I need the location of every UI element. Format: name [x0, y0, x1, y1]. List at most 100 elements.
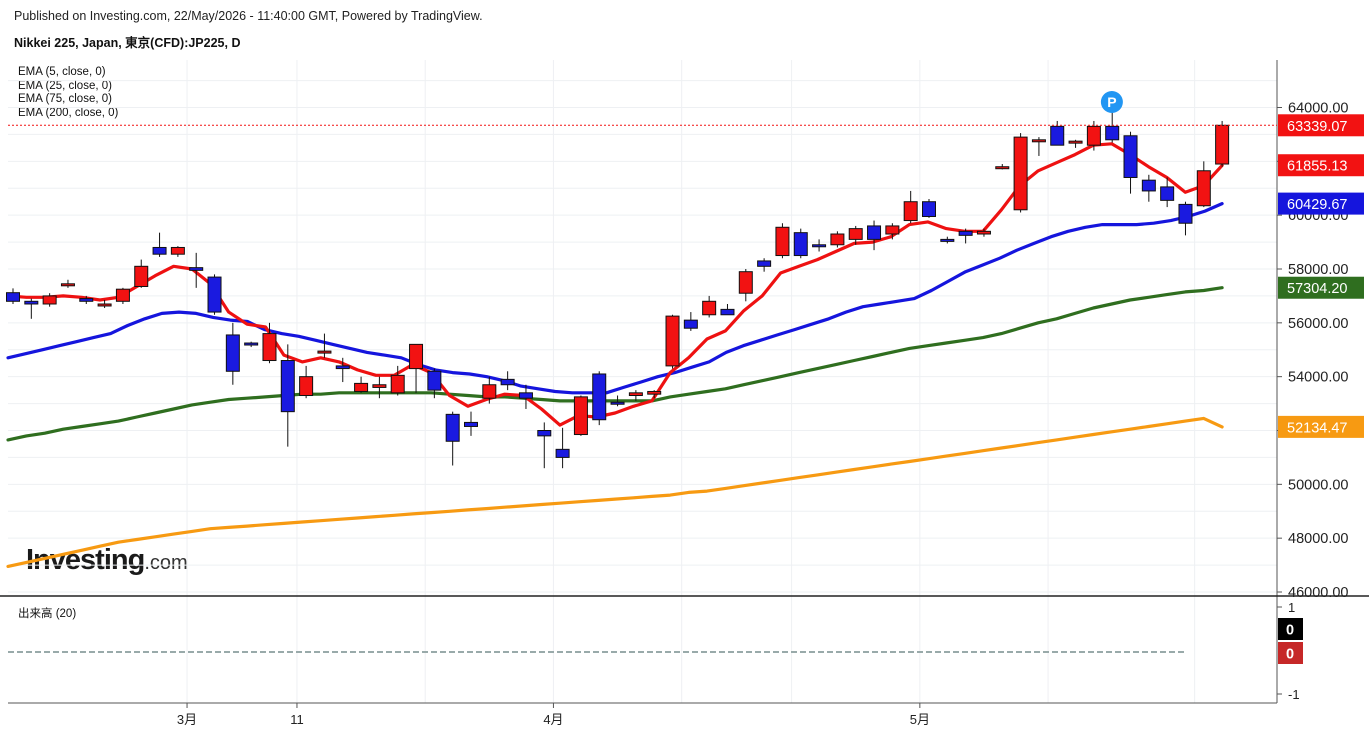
candle [500, 371, 515, 391]
candle-body [60, 283, 75, 287]
candle-body [445, 413, 460, 442]
candle-body [720, 308, 735, 316]
candle [573, 395, 588, 436]
candles [6, 111, 1230, 469]
candle-body [1178, 203, 1193, 224]
y-tick-label: 48000.00 [1288, 531, 1348, 547]
candle-body [189, 267, 204, 271]
y-tick-label: 54000.00 [1288, 370, 1348, 386]
candle [1031, 137, 1046, 156]
candle-body [97, 303, 112, 307]
x-tick-label: 3月 [177, 712, 197, 727]
candle-body [482, 384, 497, 399]
y-tick-label: 56000.00 [1288, 316, 1348, 332]
candle-body [995, 166, 1010, 170]
candle-body [867, 225, 882, 240]
candle-body [115, 288, 130, 302]
marker-p-label: P [1107, 94, 1116, 110]
candle [720, 303, 735, 316]
candle-body [225, 334, 240, 372]
candle-body [427, 370, 442, 391]
candle-body [628, 392, 643, 397]
candle [134, 259, 149, 288]
ema-75-line [6, 286, 1224, 442]
candle-body [775, 226, 790, 257]
x-tick-label: 11 [290, 712, 304, 727]
candle [1196, 161, 1211, 208]
price-badge-label: 60429.67 [1287, 197, 1347, 213]
candle [1013, 133, 1028, 213]
candle-body [940, 238, 955, 242]
candle-body [152, 246, 167, 255]
candle [775, 223, 790, 259]
price-badge-label: 61855.13 [1287, 159, 1347, 175]
volume-value-label: 0 [1286, 647, 1294, 663]
candle-body [79, 298, 94, 302]
candle [555, 427, 570, 469]
candle [867, 220, 882, 251]
candle-body [262, 333, 277, 362]
candle [6, 288, 20, 304]
candle-body [573, 396, 588, 436]
candle [702, 295, 717, 318]
candle-body [500, 378, 515, 386]
candle [24, 298, 39, 319]
candle-body [1196, 170, 1211, 207]
candle [372, 376, 387, 399]
x-tick-label: 4月 [543, 712, 563, 727]
candle [354, 376, 369, 393]
candle [409, 343, 424, 393]
volume-value-label: 0 [1286, 623, 1294, 639]
candle [1050, 120, 1065, 146]
candle-body [299, 376, 314, 397]
candle [665, 314, 680, 369]
candle-body [537, 430, 552, 437]
candle [464, 411, 478, 436]
candle-body [6, 292, 20, 302]
y-tick-label: 50000.00 [1288, 477, 1348, 493]
candle [922, 199, 936, 218]
candle-body [922, 201, 936, 218]
ema-5-line [6, 142, 1224, 427]
candle [830, 231, 845, 248]
candle-body [244, 342, 259, 346]
candle-body [1050, 125, 1065, 146]
candle-body [372, 384, 387, 388]
candle-body [812, 244, 827, 248]
candle-body [1215, 124, 1230, 165]
candle-body [738, 271, 753, 294]
candle-body [848, 228, 863, 240]
candle [1105, 111, 1120, 143]
candle [537, 422, 552, 469]
candle-body [830, 233, 845, 246]
candle [958, 228, 973, 244]
candle [903, 190, 918, 224]
candle-body [134, 265, 149, 287]
price-chart[interactable]: 64000.0062000.0060000.0058000.0056000.00… [0, 0, 1369, 735]
candle-body [885, 225, 900, 235]
volume-tick-label: -1 [1288, 687, 1300, 702]
x-tick-label: 5月 [910, 712, 930, 727]
candle-body [976, 230, 991, 235]
candle-body [170, 246, 185, 255]
candle [812, 239, 827, 252]
candle [207, 274, 222, 315]
price-badge-label: 52134.47 [1287, 420, 1347, 436]
candle-body [464, 421, 478, 427]
candle-body [390, 374, 405, 394]
candle [170, 246, 185, 257]
y-tick-label: 58000.00 [1288, 262, 1348, 278]
candle-body [665, 315, 680, 367]
candle [299, 365, 314, 399]
candle [60, 279, 75, 288]
candle-body [1160, 186, 1175, 201]
candle-body [757, 260, 772, 267]
candle-body [793, 232, 808, 257]
candle-body [1105, 125, 1120, 141]
candle [683, 312, 698, 331]
candle [189, 252, 204, 288]
candle-body [518, 392, 533, 399]
candle [592, 371, 607, 426]
candle-body [1068, 140, 1083, 144]
candle-body [1141, 179, 1156, 192]
